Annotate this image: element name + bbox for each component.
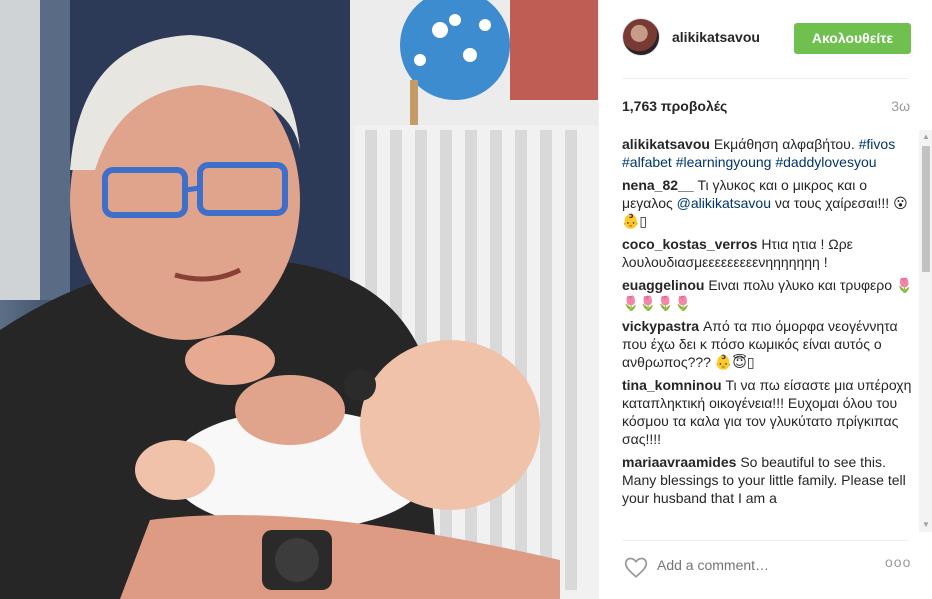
header-divider <box>622 78 909 79</box>
mention-link[interactable]: @alikikatsavou <box>677 195 771 211</box>
heart-icon[interactable] <box>623 554 649 580</box>
post-time[interactable]: 3ω <box>891 98 910 114</box>
post-sidebar: alikikatsavou Ακολουθείτε 1,763 προβολές… <box>598 0 932 599</box>
comment-text: Εκμάθηση αλφαβήτου. <box>713 136 855 152</box>
post-video[interactable] <box>0 0 598 599</box>
post-header: alikikatsavou Ακολουθείτε <box>599 0 932 78</box>
comment-username[interactable]: alikikatsavou <box>622 136 710 152</box>
comment-username[interactable]: mariaavraamides <box>622 454 736 470</box>
scroll-down-arrow-icon[interactable]: ▼ <box>919 518 932 532</box>
scrollbar-thumb[interactable] <box>922 146 930 272</box>
list-item: nena_82__ Τι γλυκος και ο μικρος και ο μ… <box>622 176 914 230</box>
list-item: alikikatsavou Εκμάθηση αλφαβήτου. #fivos… <box>622 135 914 171</box>
comments-scrollbar[interactable]: ▲ ▼ <box>919 130 932 532</box>
avatar[interactable] <box>622 18 660 56</box>
comment-username[interactable]: tina_komninou <box>622 377 722 393</box>
list-item: coco_kostas_verros Ητια ητια ! Ωρε λουλο… <box>622 235 914 271</box>
list-item: mariaavraamides So beautiful to see this… <box>622 453 914 507</box>
comment-username[interactable]: coco_kostas_verros <box>622 236 757 252</box>
list-item: tina_komninou Τι να πω είσαστε μια υπέρο… <box>622 376 914 448</box>
comment-username[interactable]: vickypastra <box>622 318 699 334</box>
scroll-up-arrow-icon[interactable]: ▲ <box>919 130 932 144</box>
more-options-icon[interactable]: ooo <box>885 554 911 570</box>
list-item: euaggelinou Ειναι πολυ γλυκο και τρυφερο… <box>622 276 914 312</box>
list-item: vickypastra Από τα πιο όμορφα νεογέννητα… <box>622 317 914 371</box>
video-frame-illustration <box>0 0 598 599</box>
comment-bar: ooo <box>599 540 932 599</box>
comment-input[interactable] <box>657 557 867 573</box>
comment-username[interactable]: nena_82__ <box>622 177 694 193</box>
follow-button[interactable]: Ακολουθείτε <box>794 23 911 54</box>
comment-username[interactable]: euaggelinou <box>622 277 704 293</box>
comments-list: alikikatsavou Εκμάθηση αλφαβήτου. #fivos… <box>622 135 914 533</box>
header-username[interactable]: alikikatsavou <box>672 29 760 45</box>
view-count: 1,763 προβολές <box>622 98 728 114</box>
